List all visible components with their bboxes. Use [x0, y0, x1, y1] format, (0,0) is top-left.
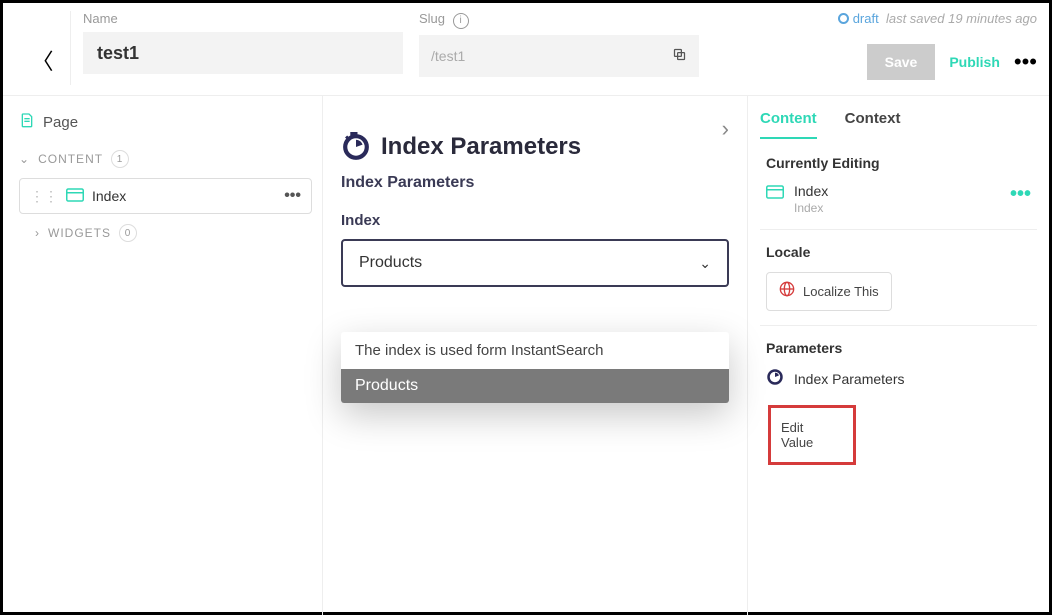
info-icon[interactable]: i [453, 13, 469, 29]
name-label: Name [83, 11, 403, 26]
slug-value: /test1 [431, 48, 465, 64]
slug-box: /test1 [419, 35, 699, 77]
locale-section: Locale Localize This [760, 229, 1037, 325]
main-title: Index Parameters [381, 133, 581, 161]
widgets-count: 0 [119, 224, 137, 242]
collapse-icon[interactable]: › [722, 116, 729, 142]
widgets-header[interactable]: › WIDGETS 0 [13, 224, 312, 242]
editing-row: Index Index ••• [766, 183, 1031, 215]
dropdown-hint: The index is used form InstantSearch [341, 332, 729, 369]
index-card-icon [766, 185, 784, 204]
parameters-item-label: Index Parameters [794, 371, 905, 387]
main-panel: › Index Parameters Index Parameters Inde… [323, 95, 747, 615]
parameters-item[interactable]: Index Parameters [766, 368, 1031, 389]
index-dropdown: The index is used form InstantSearch Pro… [341, 332, 729, 403]
editing-actions[interactable]: ••• [1010, 183, 1031, 206]
algolia-logo-icon [766, 368, 784, 389]
name-input[interactable] [83, 32, 403, 74]
top-right: draft last saved 19 minutes ago Save Pub… [838, 11, 1037, 80]
parameters-section: Parameters Index Parameters Edit Value [760, 325, 1037, 479]
chevron-down-icon: ⌄ [19, 152, 30, 166]
topbar: 〈 Name Slug i /test1 draft last saved 19… [3, 3, 1049, 95]
chevron-right-icon: › [35, 226, 40, 240]
parameters-title: Parameters [766, 340, 1031, 356]
localize-button[interactable]: Localize This [766, 272, 892, 311]
editing-title: Currently Editing [766, 155, 1031, 171]
back-arrow-icon: 〈 [31, 44, 53, 76]
main-subtitle: Index Parameters [341, 174, 729, 192]
page-label: Page [43, 114, 78, 131]
index-select-value: Products [359, 254, 422, 272]
page-row[interactable]: Page [13, 112, 312, 132]
tree-item-label: Index [92, 188, 126, 204]
more-actions[interactable]: ••• [1014, 49, 1037, 75]
left-panel: Page ⌄ CONTENT 1 ⋮⋮ Index ••• › WIDGETS … [3, 95, 323, 615]
back-area[interactable]: 〈 [15, 11, 71, 85]
chevron-down-icon: ⌄ [699, 255, 711, 272]
copy-icon[interactable] [672, 47, 687, 65]
index-select[interactable]: Products ⌄ [341, 239, 729, 287]
content-header[interactable]: ⌄ CONTENT 1 [13, 150, 312, 168]
index-card-icon [66, 188, 84, 205]
right-tabs: Content Context [760, 110, 1037, 139]
name-section: Name [83, 11, 403, 74]
tree-item-actions[interactable]: ••• [284, 187, 301, 205]
locale-title: Locale [766, 244, 1031, 260]
slug-section: Slug i /test1 [419, 11, 699, 77]
draft-badge: draft [838, 11, 879, 26]
editing-section: Currently Editing Index Index ••• [760, 141, 1037, 229]
algolia-logo-icon [341, 132, 371, 162]
editing-sub: Index [794, 201, 828, 215]
status-row: draft last saved 19 minutes ago [838, 11, 1037, 26]
edit-value-button[interactable]: Edit Value [768, 405, 856, 465]
slug-label: Slug i [419, 11, 699, 29]
publish-button[interactable]: Publish [949, 54, 1000, 70]
action-row: Save Publish ••• [867, 44, 1037, 80]
globe-icon [779, 281, 795, 302]
body: Page ⌄ CONTENT 1 ⋮⋮ Index ••• › WIDGETS … [3, 95, 1049, 615]
tree-item-index[interactable]: ⋮⋮ Index ••• [19, 178, 312, 214]
localize-label: Localize This [803, 284, 879, 299]
page-icon [19, 112, 35, 132]
last-saved: last saved 19 minutes ago [886, 11, 1037, 26]
right-panel: Content Context Currently Editing Index … [747, 95, 1049, 615]
save-button[interactable]: Save [867, 44, 936, 80]
dropdown-option-products[interactable]: Products [341, 369, 729, 403]
tab-context[interactable]: Context [845, 110, 901, 139]
content-count: 1 [111, 150, 129, 168]
index-field-label: Index [341, 212, 729, 229]
tab-content[interactable]: Content [760, 110, 817, 139]
title-row: Index Parameters [341, 132, 729, 162]
editing-name: Index [794, 183, 828, 199]
